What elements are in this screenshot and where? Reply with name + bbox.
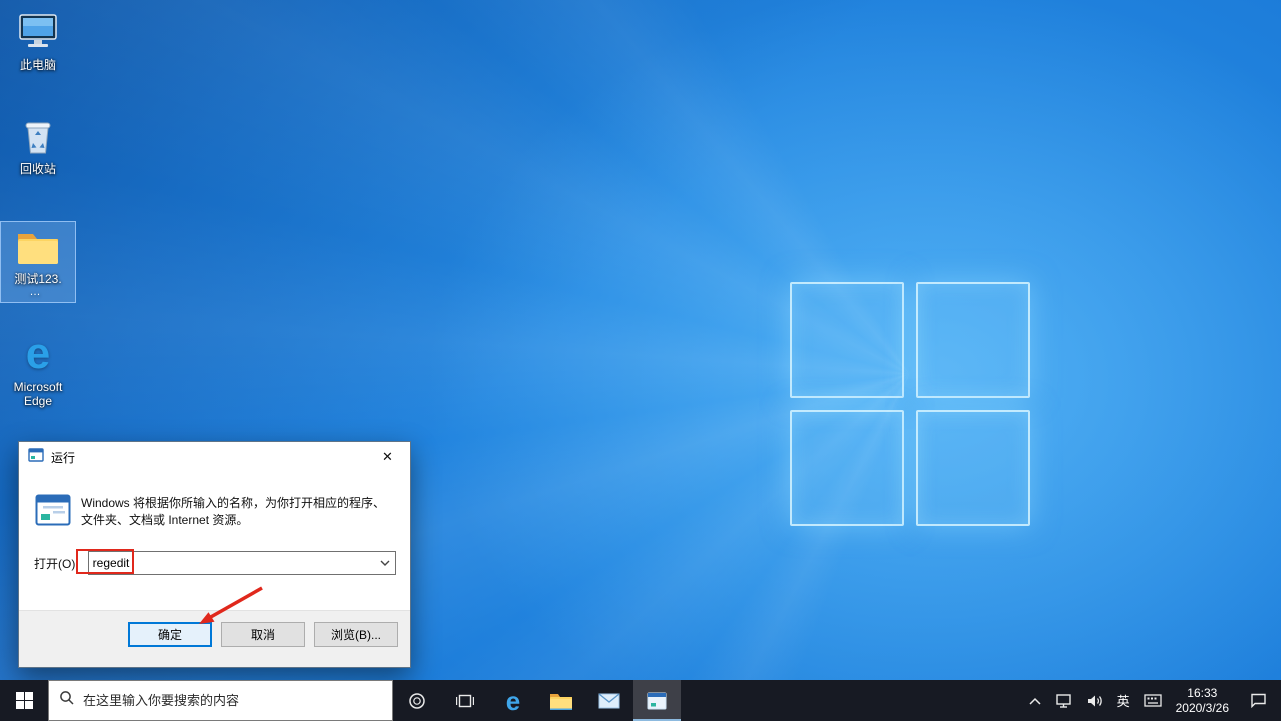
run-dialog-title: 运行 [51, 449, 75, 466]
windows-logo-pane [790, 410, 904, 526]
tray-volume-button[interactable] [1080, 680, 1110, 721]
run-dialog-window: 运行 ✕ Windows 将根据你所输入的名称，为你打开相应的程序、 文件夹、文… [18, 441, 411, 668]
run-command-input[interactable] [89, 556, 375, 570]
browse-button[interactable]: 浏览(B)... [314, 622, 398, 647]
run-dialog-description-line2: 文件夹、文档或 Internet 资源。 [81, 512, 385, 529]
recycle-bin-icon [1, 112, 75, 160]
notification-icon [1250, 693, 1267, 708]
edge-glyph: e [26, 332, 50, 376]
ok-button[interactable]: 确定 [128, 622, 212, 647]
taskbar: e [0, 680, 1281, 721]
taskbar-search[interactable] [48, 680, 393, 721]
task-view-button[interactable] [441, 680, 489, 721]
search-icon [59, 690, 75, 711]
folder-icon [1, 222, 75, 270]
run-dialog-footer: 确定 取消 浏览(B)... [19, 610, 410, 667]
taskbar-run-button[interactable] [633, 680, 681, 721]
windows-logo-wallpaper [790, 282, 1030, 526]
windows-logo-pane [916, 410, 1030, 526]
run-app-icon [35, 494, 71, 531]
run-dialog-description: Windows 将根据你所输入的名称，为你打开相应的程序、 文件夹、文档或 In… [81, 495, 385, 529]
run-dialog-description-line1: Windows 将根据你所输入的名称，为你打开相应的程序、 [81, 495, 385, 512]
chevron-up-icon [1028, 696, 1042, 706]
tray-touch-keyboard-button[interactable] [1137, 680, 1169, 721]
clock-time: 16:33 [1176, 686, 1229, 701]
desktop-icon-recycle-bin[interactable]: 回收站 [1, 112, 75, 176]
tray-network-button[interactable] [1049, 680, 1080, 721]
system-tray: 英 16:33 2020/3/26 [1021, 680, 1281, 721]
mail-icon [598, 693, 620, 709]
edge-icon: e [1, 330, 75, 378]
cortana-icon [408, 692, 426, 710]
touch-keyboard-icon [1144, 694, 1162, 707]
taskbar-edge-button[interactable]: e [489, 680, 537, 721]
windows-logo-pane [916, 282, 1030, 398]
open-label: 打开(O): [34, 555, 79, 572]
speaker-icon [1087, 694, 1103, 708]
desktop-icon-label: 此电脑 [1, 58, 75, 72]
tray-ime-indicator[interactable]: 英 [1110, 680, 1137, 721]
run-dialog-titlebar-icon [28, 448, 44, 467]
close-icon[interactable]: ✕ [365, 443, 410, 472]
desktop-icon-test-folder[interactable]: 测试123. … [1, 222, 75, 302]
start-button[interactable] [0, 680, 48, 721]
task-view-icon [456, 693, 474, 709]
file-explorer-icon [549, 691, 573, 711]
tray-expand-button[interactable] [1021, 680, 1049, 721]
windows-logo-pane [790, 282, 904, 398]
run-dialog-titlebar[interactable]: 运行 ✕ [19, 442, 410, 472]
search-input[interactable] [83, 693, 382, 708]
desktop-icon-label: Microsoft Edge [1, 380, 75, 408]
desktop-icon-this-pc[interactable]: 此电脑 [1, 8, 75, 72]
windows-logo-icon [16, 692, 33, 709]
clock-date: 2020/3/26 [1176, 701, 1229, 716]
chevron-down-icon[interactable] [375, 552, 395, 574]
run-window-icon [647, 692, 667, 710]
network-icon [1056, 694, 1073, 708]
edge-icon: e [506, 688, 520, 714]
desktop-icon-label: 回收站 [1, 162, 75, 176]
run-open-row: 打开(O): [34, 551, 396, 575]
taskbar-clock[interactable]: 16:33 2020/3/26 [1169, 680, 1236, 721]
desktop-icon-edge[interactable]: e Microsoft Edge [1, 330, 75, 408]
desktop-icon-label-ellipsis: … [1, 286, 75, 298]
this-pc-icon [1, 8, 75, 56]
cancel-button[interactable]: 取消 [221, 622, 305, 647]
taskbar-file-explorer-button[interactable] [537, 680, 585, 721]
run-command-combobox[interactable] [88, 551, 396, 575]
action-center-button[interactable] [1236, 680, 1281, 721]
cortana-button[interactable] [393, 680, 441, 721]
taskbar-mail-button[interactable] [585, 680, 633, 721]
desktop-icon-label: 测试123. [1, 272, 75, 286]
